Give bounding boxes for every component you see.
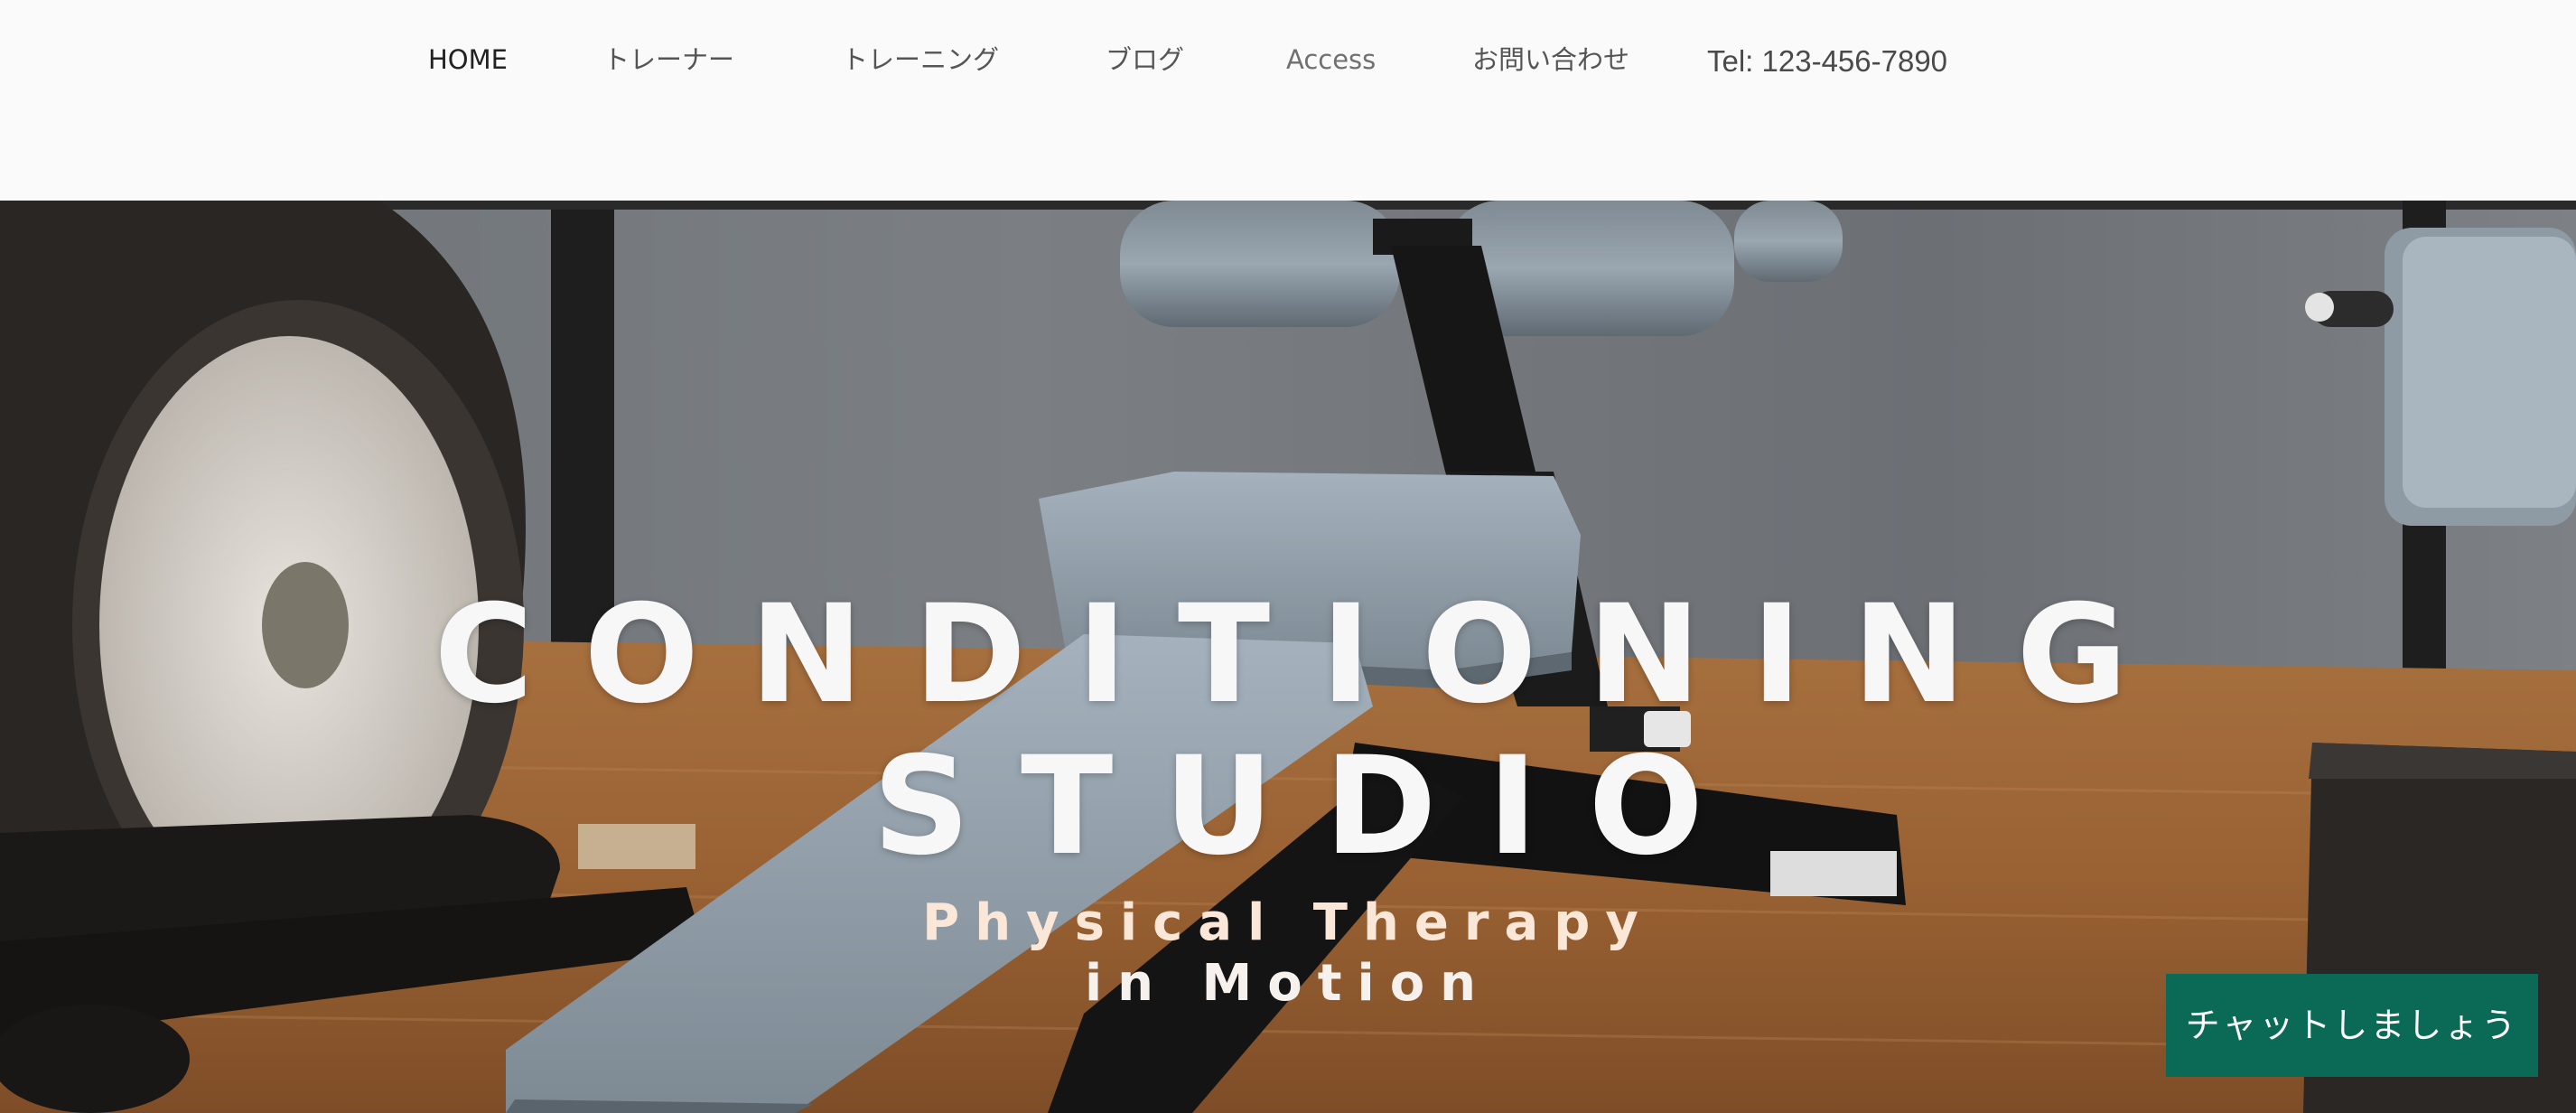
nav-item-training[interactable]: トレーニング	[842, 36, 999, 83]
nav-item-access[interactable]: Access	[1286, 36, 1376, 83]
hero-title-line1: CONDITIONING	[434, 576, 2179, 734]
chat-button[interactable]: チャットしましょう	[2166, 974, 2538, 1077]
nav-item-contact[interactable]: お問い合わせ	[1472, 36, 1629, 83]
nav-item-blog[interactable]: ブログ	[1106, 36, 1184, 83]
hero-title-line2: STUDIO	[873, 728, 1754, 885]
nav-item-trainer[interactable]: トレーナー	[603, 36, 734, 83]
nav-item-home[interactable]: HOME	[428, 36, 508, 83]
hero-subtitle-line1: Physical Therapy	[922, 893, 1654, 952]
main-nav: HOME トレーナー トレーニング ブログ Access お問い合わせ	[0, 36, 2576, 83]
phone-number[interactable]: Tel: 123-456-7890	[1707, 36, 1947, 87]
site-header: HOME トレーナー トレーニング ブログ Access お問い合わせ Tel:…	[0, 0, 2576, 201]
